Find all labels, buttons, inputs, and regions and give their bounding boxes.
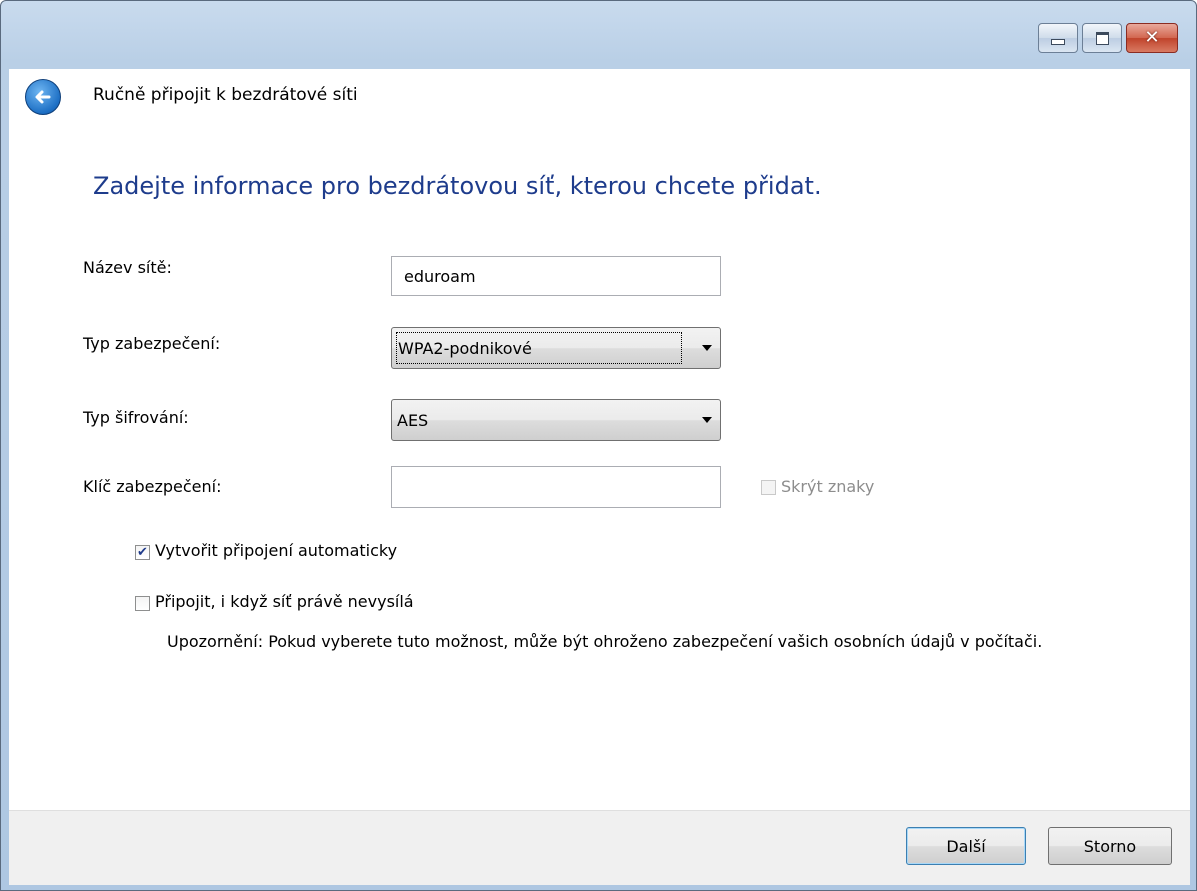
network-name-input[interactable]: eduroam <box>391 256 721 296</box>
title-bar[interactable]: ✕ <box>1 1 1196 71</box>
cancel-button[interactable]: Storno <box>1048 827 1172 865</box>
wizard-content: Ručně připojit k bezdrátové síti Zadejte… <box>9 69 1190 810</box>
maximize-button[interactable] <box>1082 23 1122 53</box>
wizard-title: Ručně připojit k bezdrátové síti <box>93 85 358 105</box>
connect-not-broadcasting-label: Připojit, i když síť právě nevysílá <box>155 592 414 611</box>
maximize-icon <box>1095 31 1109 45</box>
connect-not-broadcasting-checkbox[interactable] <box>135 596 150 611</box>
checkmark-icon: ✔ <box>137 545 148 560</box>
security-key-input[interactable] <box>391 466 721 508</box>
minimize-button[interactable] <box>1038 23 1078 53</box>
encryption-type-label: Typ šifrování: <box>83 408 189 427</box>
network-name-value: eduroam <box>404 266 476 286</box>
close-icon: ✕ <box>1144 27 1160 48</box>
back-arrow-icon <box>35 90 51 104</box>
encryption-type-select[interactable]: AES <box>391 399 721 441</box>
hide-characters-checkbox[interactable] <box>761 480 776 495</box>
start-automatically-checkbox[interactable]: ✔ <box>135 545 150 560</box>
warning-text: Upozornění: Pokud vyberete tuto možnost,… <box>167 632 1043 651</box>
network-name-label: Název sítě: <box>83 258 172 277</box>
security-type-value: WPA2-podnikové <box>396 332 682 364</box>
minimize-icon <box>1051 39 1065 45</box>
security-type-label: Typ zabezpečení: <box>83 334 221 353</box>
next-button[interactable]: Další <box>906 827 1026 865</box>
dialog-window: ✕ Ručně připojit k bezdrátové síti Zadej… <box>0 0 1197 891</box>
back-button[interactable] <box>25 79 61 115</box>
chevron-down-icon <box>702 345 712 351</box>
page-headline: Zadejte informace pro bezdrátovou síť, k… <box>93 172 822 200</box>
start-automatically-label: Vytvořit připojení automaticky <box>155 541 398 560</box>
hide-characters-label: Skrýt znaky <box>781 477 875 496</box>
caption-buttons: ✕ <box>1038 23 1178 53</box>
security-key-label: Klíč zabezpečení: <box>83 477 222 496</box>
close-button[interactable]: ✕ <box>1126 23 1178 53</box>
chevron-down-icon <box>702 417 712 423</box>
security-type-select[interactable]: WPA2-podnikové <box>391 327 721 369</box>
command-area: Další Storno <box>9 810 1190 885</box>
encryption-type-value: AES <box>397 410 429 430</box>
